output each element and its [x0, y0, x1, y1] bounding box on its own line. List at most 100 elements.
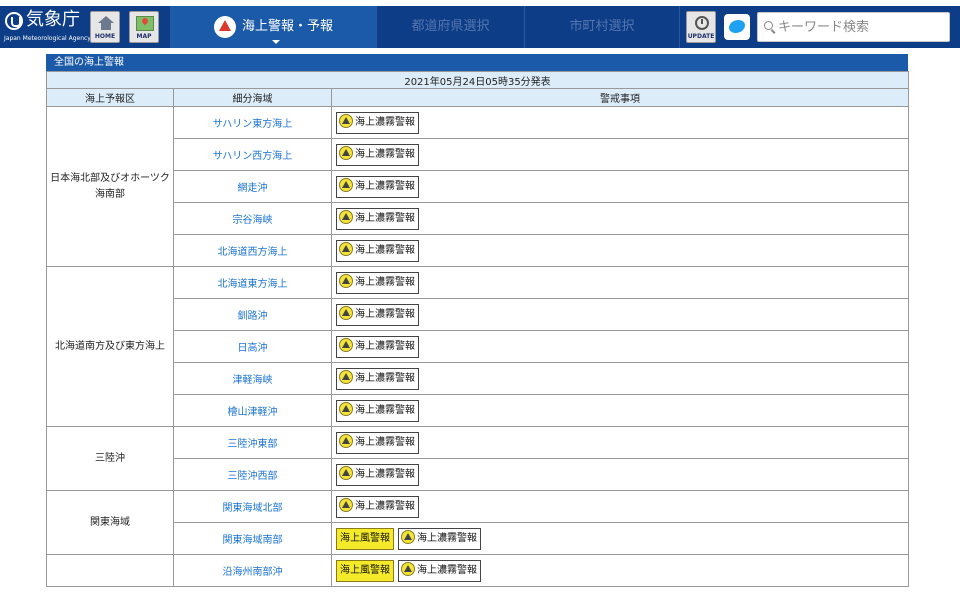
table-row: 北海道西方海上 海上濃霧警報	[47, 234, 910, 267]
forecast-area-name: 関東海域	[46, 490, 174, 555]
alert-cell: 海上濃霧警報	[330, 138, 910, 171]
fog-warning-badge: 海上濃霧警報	[336, 399, 419, 422]
alert-label: 海上濃霧警報	[355, 244, 415, 256]
nav-municipality-label: 市町村選択	[569, 19, 635, 34]
fog-warning-badge: 海上濃霧警報	[336, 207, 419, 230]
table-row: 津軽海峡 海上濃霧警報	[47, 362, 910, 395]
fog-warning-icon	[339, 305, 353, 320]
marine-warning-icon	[213, 15, 236, 38]
home-label: HOME	[94, 33, 116, 40]
fog-warning-badge: 海上濃霧警報	[336, 143, 419, 166]
col-alerts: 警戒事項	[330, 88, 910, 107]
logo-subtitle: Japan Meteorological Agency	[4, 35, 91, 42]
twitter-icon	[729, 20, 745, 33]
alert-cell: 海上濃霧警報	[330, 330, 910, 363]
alert-cell: 海上濃霧警報	[330, 266, 910, 299]
fog-warning-icon	[339, 113, 353, 128]
update-label: UPDATE	[687, 33, 715, 40]
alert-label: 海上濃霧警報	[355, 468, 415, 480]
fog-warning-icon	[401, 529, 415, 544]
map-button[interactable]: MAP	[129, 11, 159, 43]
table-row: 網走沖 海上濃霧警報	[47, 170, 910, 203]
update-button[interactable]: UPDATE	[686, 11, 716, 43]
wind-warning-badge: 海上風警報	[336, 559, 394, 582]
forecast-area-name: 日本海北部及びオホーツク海南部	[46, 106, 174, 267]
fog-warning-icon	[339, 337, 353, 352]
fog-warning-badge: 海上濃霧警報	[336, 303, 419, 326]
sub-area-link[interactable]: 網走沖	[173, 170, 332, 203]
jma-logo-icon	[5, 12, 23, 30]
table-row: 檜山津軽沖 海上濃霧警報	[47, 394, 910, 427]
fog-warning-badge: 海上濃霧警報	[336, 111, 419, 134]
twitter-button[interactable]	[724, 14, 750, 40]
chevron-down-icon	[271, 40, 280, 44]
nav-prefecture-select[interactable]: 都道府県選択	[376, 6, 524, 48]
sub-area-link[interactable]: 津軽海峡	[173, 362, 332, 395]
sub-area-link[interactable]: 北海道西方海上	[173, 234, 332, 267]
jma-logo[interactable]: 気象庁 Japan Meteorological Agency	[3, 8, 91, 46]
marine-warning-panel: 全国の海上警報 2021年05月24日05時35分発表 海上予報区 細分海域 警…	[45, 54, 910, 587]
alert-cell: 海上濃霧警報	[330, 106, 910, 139]
table-row: 三陸沖西部 海上濃霧警報	[47, 458, 910, 491]
sub-area-link[interactable]: サハリン西方海上	[173, 138, 332, 171]
search-box[interactable]	[757, 12, 950, 42]
issued-time: 2021年05月24日05時35分発表	[45, 71, 910, 89]
home-button[interactable]: HOME	[90, 11, 120, 43]
alert-label: 海上濃霧警報	[417, 532, 477, 544]
alert-label: 海上風警報	[340, 532, 390, 544]
fog-warning-icon	[339, 497, 353, 512]
logo-text: 気象庁	[26, 9, 80, 30]
warning-table: 2021年05月24日05時35分発表 海上予報区 細分海域 警戒事項 日本海北…	[45, 71, 910, 587]
alert-cell: 海上濃霧警報	[330, 490, 910, 523]
alert-cell: 海上風警報 海上濃霧警報	[330, 522, 910, 555]
alert-label: 海上風警報	[340, 564, 390, 576]
fog-warning-icon	[339, 401, 353, 416]
sub-area-link[interactable]: 関東海域南部	[173, 522, 332, 555]
sub-area-link[interactable]: 北海道東方海上	[173, 266, 332, 299]
forecast-area-name: 北海道南方及び東方海上	[46, 266, 174, 427]
alert-cell: 海上濃霧警報	[330, 298, 910, 331]
fog-warning-icon	[339, 145, 353, 160]
panel-title: 全国の海上警報	[46, 54, 908, 71]
alert-label: 海上濃霧警報	[355, 148, 415, 160]
nav-municipality-select[interactable]: 市町村選択	[524, 6, 680, 48]
sub-area-link[interactable]: 関東海域北部	[173, 490, 332, 523]
alert-label: 海上濃霧警報	[417, 564, 477, 576]
alert-cell: 海上濃霧警報	[330, 362, 910, 395]
sub-area-link[interactable]: 宗谷海峡	[173, 202, 332, 235]
refresh-icon	[695, 16, 709, 30]
fog-warning-icon	[401, 561, 415, 576]
alert-label: 海上濃霧警報	[355, 404, 415, 416]
alert-cell: 海上濃霧警報	[330, 458, 910, 491]
alert-cell: 海上濃霧警報	[330, 234, 910, 267]
fog-warning-badge: 海上濃霧警報	[336, 271, 419, 294]
nav-prefecture-label: 都道府県選択	[411, 19, 490, 34]
fog-warning-icon	[339, 433, 353, 448]
fog-warning-badge: 海上濃霧警報	[336, 335, 419, 358]
sub-area-link[interactable]: 日高沖	[173, 330, 332, 363]
search-input[interactable]	[778, 17, 943, 37]
sub-area-link[interactable]: 三陸沖西部	[173, 458, 332, 491]
alert-cell: 海上濃霧警報	[330, 426, 910, 459]
table-row: 沿海州南部沖 海上風警報 海上濃霧警報	[46, 554, 910, 587]
fog-warning-icon	[339, 273, 353, 288]
nav-marine-warning[interactable]: 海上警報・予報	[170, 6, 376, 48]
sub-area-link[interactable]: 檜山津軽沖	[173, 394, 332, 427]
alert-label: 海上濃霧警報	[355, 212, 415, 224]
sub-area-link[interactable]: 三陸沖東部	[173, 426, 332, 459]
map-icon	[136, 16, 154, 31]
fog-warning-icon	[339, 241, 353, 256]
forecast-area-name: 三陸沖	[46, 426, 174, 491]
alert-label: 海上濃霧警報	[355, 436, 415, 448]
sub-area-link[interactable]: 釧路沖	[173, 298, 332, 331]
fog-warning-badge: 海上濃霧警報	[336, 463, 419, 486]
fog-warning-badge: 海上濃霧警報	[336, 495, 419, 518]
sub-area-link[interactable]: 沿海州南部沖	[173, 554, 332, 587]
fog-warning-badge: 海上濃霧警報	[398, 559, 481, 582]
table-row: 北海道南方及び東方海上 北海道東方海上 海上濃霧警報	[46, 266, 910, 427]
sub-area-link[interactable]: サハリン東方海上	[173, 106, 332, 139]
table-row: 釧路沖 海上濃霧警報	[47, 298, 910, 331]
alert-cell: 海上風警報 海上濃霧警報	[330, 554, 910, 587]
alert-label: 海上濃霧警報	[355, 308, 415, 320]
table-row: サハリン西方海上 海上濃霧警報	[47, 138, 910, 171]
